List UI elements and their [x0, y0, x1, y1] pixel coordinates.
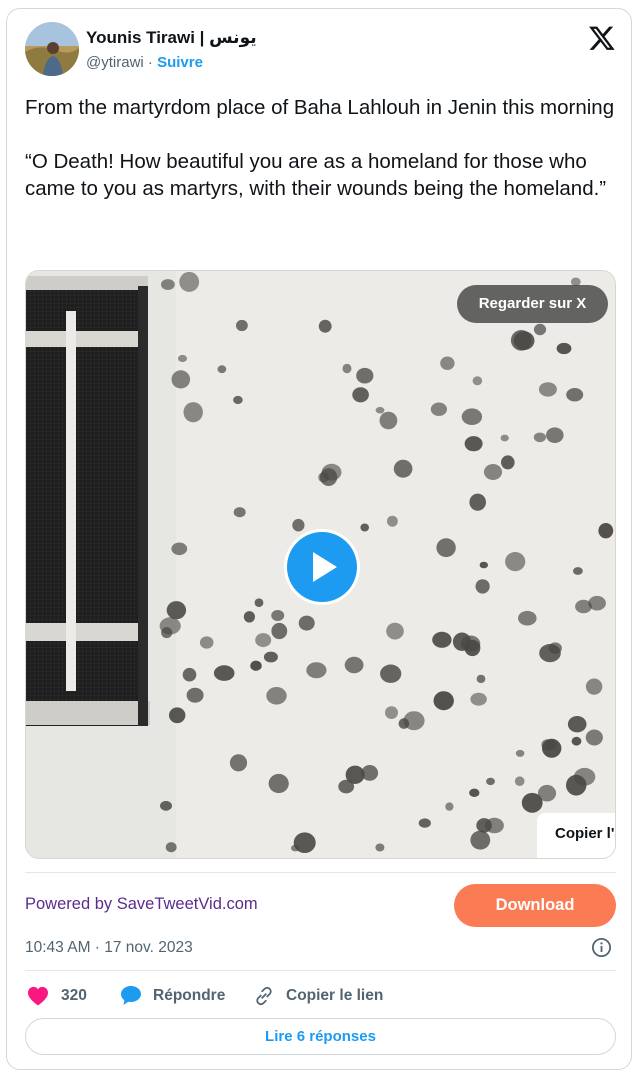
- reply-bubble-icon: [121, 986, 141, 1005]
- divider: [25, 872, 616, 873]
- tweet-text: From the martyrdom place of Baha Lahlouh…: [25, 94, 620, 202]
- tweet-paragraph: “O Death! How beautiful you are as a hom…: [25, 150, 607, 200]
- read-replies-button[interactable]: Lire 6 réponses: [25, 1018, 616, 1055]
- author-handle-row: @ytirawi · Suivre: [86, 53, 203, 73]
- play-button[interactable]: [284, 529, 360, 605]
- copy-link-label: Copier le lien: [286, 987, 384, 1004]
- reply-label: Répondre: [153, 987, 226, 1004]
- follow-button[interactable]: Suivre: [157, 54, 203, 71]
- divider: [25, 970, 616, 971]
- play-icon: [313, 552, 337, 582]
- heart-icon: [28, 986, 48, 1006]
- info-icon[interactable]: [591, 937, 612, 958]
- download-button[interactable]: Download: [454, 884, 616, 927]
- link-icon: [256, 986, 272, 1006]
- copy-address-popup[interactable]: Copier l'adresse: [537, 813, 615, 858]
- timestamp[interactable]: 10:43 AM · 17 nov. 2023: [25, 939, 193, 957]
- powered-by-link[interactable]: Powered by SaveTweetVid.com: [25, 895, 258, 914]
- x-logo-icon[interactable]: [588, 24, 616, 52]
- handle-separator: ·: [147, 54, 153, 71]
- author-handle[interactable]: @ytirawi: [86, 54, 144, 71]
- reply-button[interactable]: Répondre: [120, 983, 230, 1009]
- author-name[interactable]: Younis Tirawi | يونس: [86, 28, 257, 48]
- watch-on-x-button[interactable]: Regarder sur X: [457, 285, 608, 323]
- play-button-circle: [287, 532, 357, 602]
- tweet-paragraph: From the martyrdom place of Baha Lahlouh…: [25, 96, 615, 119]
- like-count: 320: [61, 987, 87, 1004]
- avatar[interactable]: [25, 22, 79, 76]
- like-button[interactable]: 320: [25, 983, 95, 1009]
- copy-link-button[interactable]: Copier le lien: [253, 983, 393, 1009]
- video-media[interactable]: Regarder sur X Copier l'adresse: [25, 270, 616, 859]
